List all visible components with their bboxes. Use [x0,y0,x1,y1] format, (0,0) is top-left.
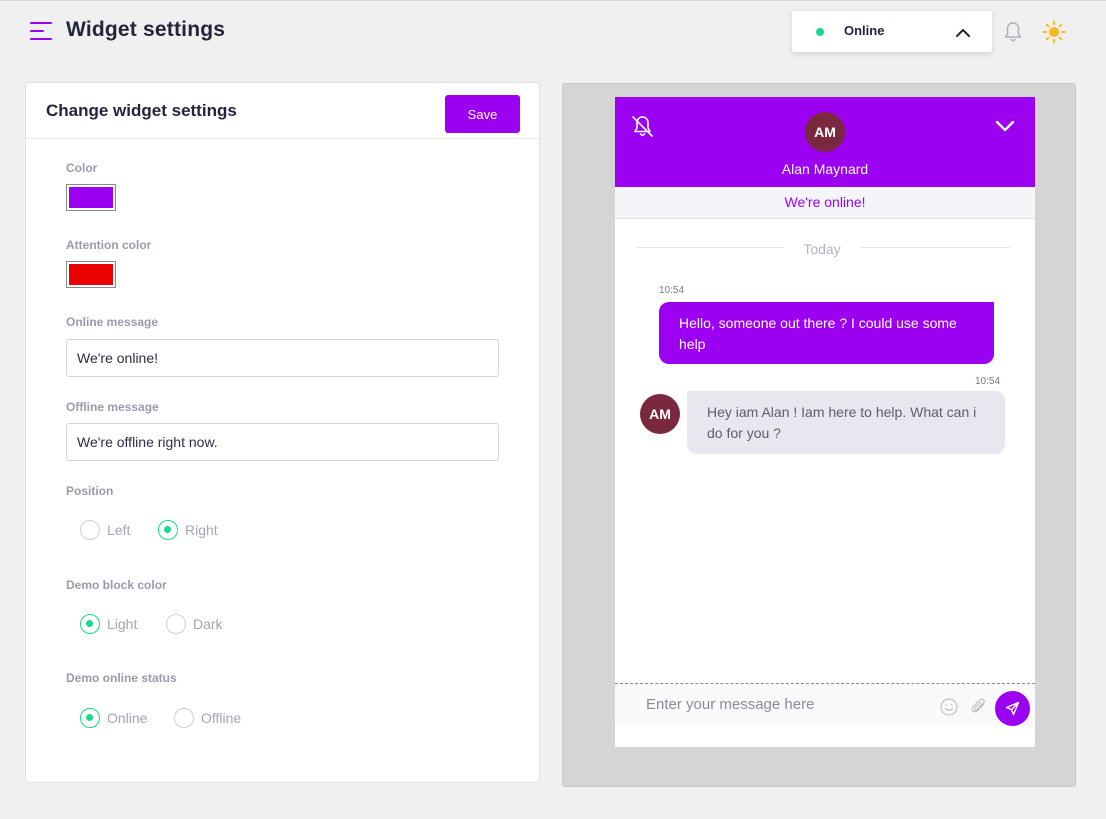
card-title: Change widget settings [46,101,237,120]
agent-avatar: AM [805,112,845,152]
demo-status-online-radio[interactable]: Online [80,708,147,728]
settings-card: Change widget settings Save Color Attent… [25,82,540,783]
save-button[interactable]: Save [445,95,520,133]
card-header: Change widget settings Save [26,83,539,139]
demo-block-light-radio[interactable]: Light [80,614,137,634]
demo-status-offline-radio[interactable]: Offline [174,708,241,728]
online-banner: We're online! [615,187,1035,219]
position-left-radio[interactable]: Left [80,520,130,540]
emoji-icon[interactable] [939,697,959,717]
menu-icon[interactable] [30,22,52,40]
message-avatar: AM [640,394,680,434]
bell-off-icon[interactable] [630,114,655,139]
radio-label: Light [107,616,138,632]
radio-circle [80,520,100,540]
radio-label: Dark [193,616,223,632]
radio-circle [174,708,194,728]
color-swatch[interactable] [66,184,116,211]
attention-color-label: Attention color [66,238,152,252]
status-dropdown[interactable]: Online [792,11,992,52]
radio-label: Offline [201,710,242,726]
radio-circle [80,614,100,634]
message-input[interactable]: Enter your message here [646,696,926,713]
online-message-input[interactable]: We're online! [66,339,499,377]
outgoing-message: Hello, someone out there ? I could use s… [659,302,994,364]
radio-label: Online [107,710,148,726]
radio-circle [166,614,186,634]
page-title: Widget settings [66,18,226,41]
chat-header: AM Alan Maynard [615,97,1035,187]
online-message-label: Online message [66,315,159,329]
position-right-radio[interactable]: Right [158,520,218,540]
radio-circle [158,520,178,540]
bell-icon[interactable] [1003,21,1023,43]
radio-label: Left [107,522,131,538]
chevron-down-icon[interactable] [995,119,1015,133]
status-label: Online [844,23,885,38]
color-label: Color [66,161,98,175]
radio-circle [80,708,100,728]
color-swatch-fill [69,187,113,208]
status-dot [816,28,824,36]
demo-block-dark-radio[interactable]: Dark [166,614,223,634]
day-separator: Today [803,241,841,257]
message-time: 10:54 [975,376,1001,387]
radio-label: Right [185,522,218,538]
chat-widget-preview: AM Alan Maynard We're online! Today 10:5… [615,97,1035,747]
send-icon [1005,701,1020,716]
attachment-icon[interactable] [969,696,989,716]
attention-color-swatch-fill [69,264,113,285]
offline-message-label: Offline message [66,400,159,414]
incoming-message: Hey iam Alan ! Iam here to help. What ca… [687,391,1005,454]
chevron-up-icon [956,29,970,37]
message-time: 10:54 [659,285,685,296]
message-composer[interactable]: Enter your message here [615,683,1035,727]
attention-color-swatch[interactable] [66,261,116,288]
demo-online-status-label: Demo online status [66,671,177,685]
offline-message-input[interactable]: We're offline right now. [66,423,499,461]
agent-name: Alan Maynard [781,161,869,177]
demo-block-color-label: Demo block color [66,578,167,592]
sun-icon[interactable] [1042,20,1066,44]
position-label: Position [66,484,114,498]
send-button[interactable] [995,691,1030,726]
